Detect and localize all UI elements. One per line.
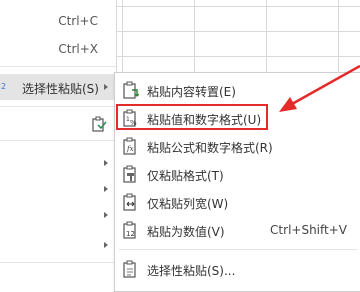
annotation-arrow-icon (279, 64, 360, 112)
